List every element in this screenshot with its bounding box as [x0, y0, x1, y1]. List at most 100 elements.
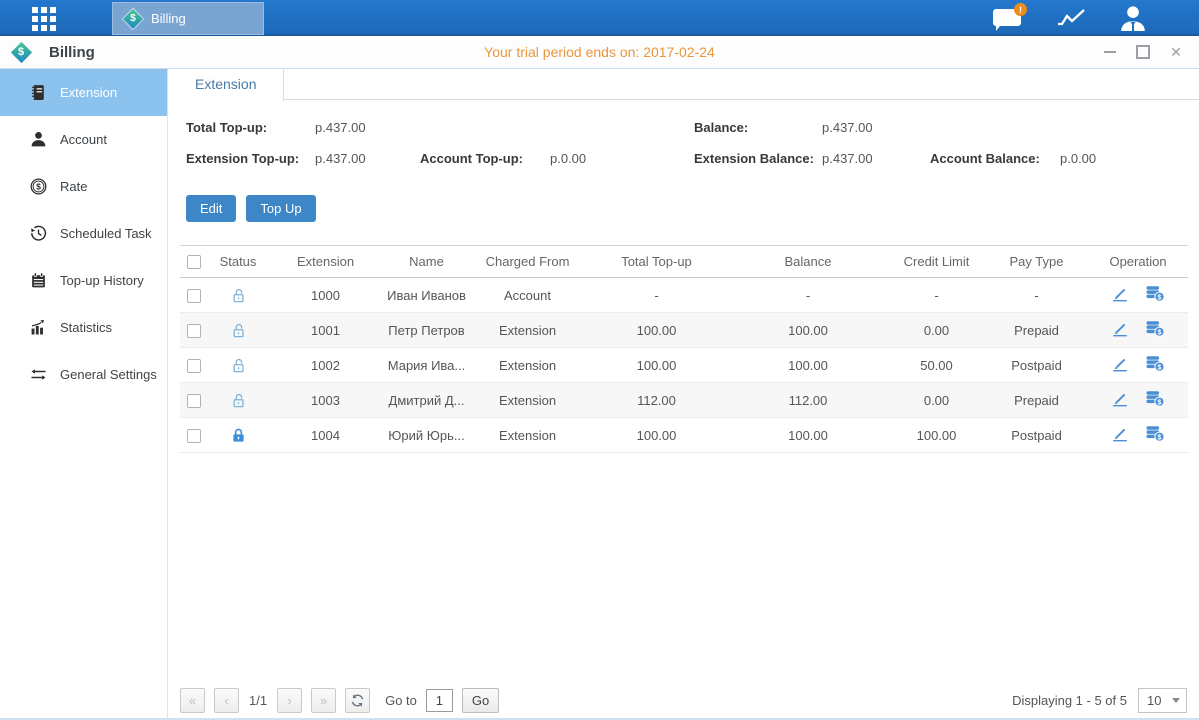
account-balance-label: Account Balance: — [930, 149, 1040, 169]
lock-open-icon[interactable] — [230, 322, 247, 339]
row-select-cell — [180, 418, 208, 453]
select-all-header — [180, 246, 208, 278]
edit-button[interactable]: Edit — [186, 195, 236, 222]
general-settings-sliders-icon — [30, 366, 47, 383]
extension-balance-label: Extension Balance: — [694, 149, 814, 169]
topup-coins-icon[interactable]: $ — [1145, 355, 1165, 372]
row-checkbox[interactable] — [187, 429, 201, 443]
cell-total-topup: 100.00 — [585, 348, 728, 383]
sidebar-item-statistics[interactable]: Statistics — [0, 304, 167, 351]
cell-operation: $ — [1088, 383, 1188, 418]
column-header-operation[interactable]: Operation — [1088, 246, 1188, 278]
topup-button[interactable]: Top Up — [246, 195, 315, 222]
billing-diamond-icon: $ — [125, 11, 141, 27]
cell-name: Иван Иванов — [383, 278, 470, 313]
sidebar-item-label: Statistics — [60, 320, 112, 335]
taskbar: $ Billing ! — [0, 0, 1199, 36]
messages-icon[interactable]: ! — [993, 6, 1023, 30]
close-button[interactable] — [1169, 45, 1183, 59]
column-header-status[interactable]: Status — [208, 246, 268, 278]
edit-pencil-icon[interactable] — [1111, 321, 1129, 337]
extensions-table: StatusExtensionNameCharged FromTotal Top… — [180, 245, 1188, 453]
next-page-button[interactable]: › — [277, 688, 302, 713]
svg-text:$: $ — [1158, 295, 1162, 302]
column-header-balance[interactable]: Balance — [728, 246, 888, 278]
row-select-cell — [180, 383, 208, 418]
sidebar-item-rate[interactable]: $ Rate — [0, 163, 167, 210]
sidebar-item-top-up-history[interactable]: Top-up History — [0, 257, 167, 304]
edit-pencil-icon[interactable] — [1111, 391, 1129, 407]
account-person-icon — [30, 131, 47, 148]
row-checkbox[interactable] — [187, 394, 201, 408]
row-checkbox[interactable] — [187, 359, 201, 373]
cell-total-topup: 112.00 — [585, 383, 728, 418]
topup-coins-icon[interactable]: $ — [1145, 390, 1165, 407]
row-checkbox[interactable] — [187, 289, 201, 303]
goto-label: Go to — [385, 693, 417, 708]
statistics-chart-icon — [30, 319, 47, 336]
sidebar-item-extension[interactable]: Extension — [0, 69, 167, 116]
column-header-credit-limit[interactable]: Credit Limit — [888, 246, 985, 278]
cell-name: Мария Ива... — [383, 348, 470, 383]
sidebar-item-label: Account — [60, 132, 107, 147]
sidebar-item-account[interactable]: Account — [0, 116, 167, 163]
prev-page-button[interactable]: ‹ — [214, 688, 239, 713]
lock-open-icon[interactable] — [230, 392, 247, 409]
table-row: 1004Юрий Юрь...Extension100.00100.00100.… — [180, 418, 1188, 453]
column-header-total-top-up[interactable]: Total Top-up — [585, 246, 728, 278]
column-header-charged-from[interactable]: Charged From — [470, 246, 585, 278]
cell-balance: 100.00 — [728, 313, 888, 348]
edit-pencil-icon[interactable] — [1111, 286, 1129, 302]
sidebar-item-label: General Settings — [60, 367, 157, 382]
taskbar-tab-billing[interactable]: $ Billing — [112, 2, 264, 35]
column-header-pay-type[interactable]: Pay Type — [985, 246, 1088, 278]
last-page-button[interactable]: » — [311, 688, 336, 713]
extension-topup-value: p.437.00 — [315, 149, 366, 169]
topup-coins-icon[interactable]: $ — [1145, 425, 1165, 442]
refresh-button[interactable] — [345, 688, 370, 713]
topup-coins-icon[interactable]: $ — [1145, 320, 1165, 337]
resource-monitor-icon[interactable] — [1056, 6, 1086, 30]
cell-extension: 1001 — [268, 313, 383, 348]
cell-operation: $ — [1088, 278, 1188, 313]
cell-total-topup: 100.00 — [585, 313, 728, 348]
page-indicator: 1/1 — [249, 693, 267, 708]
table-row: 1001Петр ПетровExtension100.00100.000.00… — [180, 313, 1188, 348]
lock-open-icon[interactable] — [230, 287, 247, 304]
user-account-icon[interactable] — [1119, 5, 1147, 32]
select-all-checkbox[interactable] — [187, 255, 201, 269]
cell-balance: 100.00 — [728, 348, 888, 383]
column-header-name[interactable]: Name — [383, 246, 470, 278]
app-launcher-grid-icon[interactable] — [31, 6, 57, 32]
minimize-button[interactable] — [1103, 45, 1117, 59]
cell-extension: 1000 — [268, 278, 383, 313]
edit-pencil-icon[interactable] — [1111, 356, 1129, 372]
cell-balance: 100.00 — [728, 418, 888, 453]
cell-status — [208, 348, 268, 383]
sidebar-item-label: Rate — [60, 179, 87, 194]
svg-text:$: $ — [1158, 400, 1162, 407]
sidebar-item-scheduled-task[interactable]: Scheduled Task — [0, 210, 167, 257]
maximize-button[interactable] — [1136, 45, 1150, 59]
row-checkbox[interactable] — [187, 324, 201, 338]
tab-extension[interactable]: Extension — [168, 69, 284, 101]
lock-closed-icon[interactable] — [230, 427, 247, 444]
first-page-button[interactable]: « — [180, 688, 205, 713]
pagination-bar: « ‹ 1/1 › » Go to Go Displaying 1 - 5 of… — [180, 686, 1187, 714]
topup-coins-icon[interactable]: $ — [1145, 285, 1165, 302]
displaying-count: Displaying 1 - 5 of 5 — [1012, 693, 1127, 708]
total-topup-value: p.437.00 — [315, 118, 366, 138]
table-row: 1000Иван ИвановAccount----$ — [180, 278, 1188, 313]
cell-credit-limit: 0.00 — [888, 313, 985, 348]
sidebar-item-general-settings[interactable]: General Settings — [0, 351, 167, 398]
go-button[interactable]: Go — [462, 688, 499, 713]
goto-page-input[interactable] — [426, 689, 453, 712]
page-size-select[interactable]: 10 — [1138, 688, 1187, 713]
taskbar-tab-label: Billing — [151, 11, 186, 26]
lock-open-icon[interactable] — [230, 357, 247, 374]
cell-name: Юрий Юрь... — [383, 418, 470, 453]
cell-pay-type: Prepaid — [985, 313, 1088, 348]
cell-balance: 112.00 — [728, 383, 888, 418]
column-header-extension[interactable]: Extension — [268, 246, 383, 278]
edit-pencil-icon[interactable] — [1111, 426, 1129, 442]
